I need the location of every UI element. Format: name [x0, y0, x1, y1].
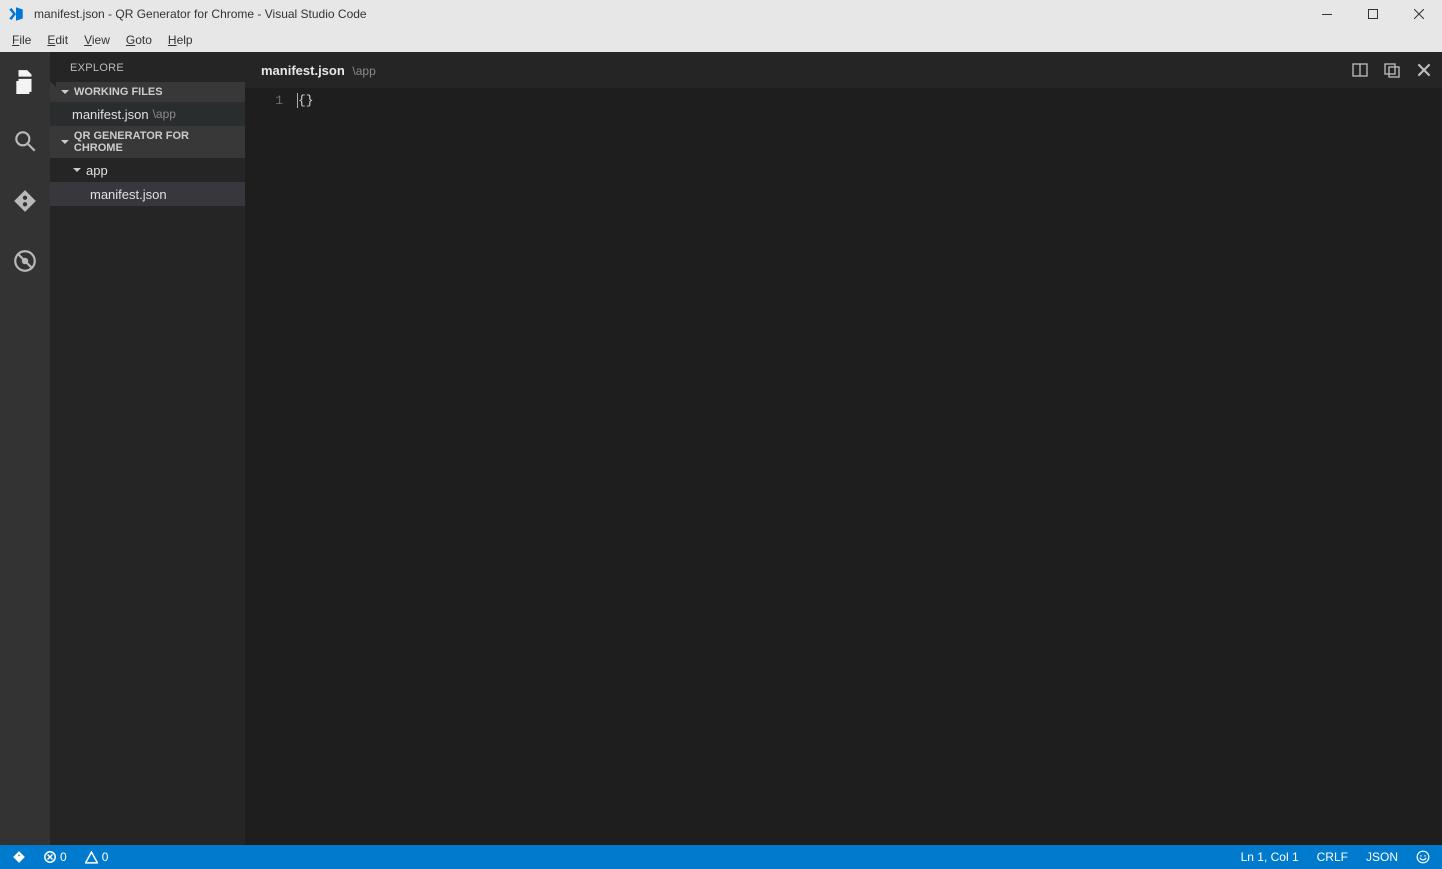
activity-search-icon[interactable]: [0, 120, 50, 162]
working-files-header[interactable]: WORKING FILES: [50, 82, 245, 102]
status-eol[interactable]: CRLF: [1313, 845, 1352, 869]
menu-help[interactable]: Help: [160, 30, 201, 50]
project-header[interactable]: QR GENERATOR FOR CHROME: [50, 126, 245, 158]
activity-debug-icon[interactable]: [0, 240, 50, 282]
tree-folder-name: app: [86, 163, 108, 178]
activity-bar: [0, 52, 50, 845]
tree-folder[interactable]: app: [50, 158, 245, 182]
caret-down-icon: [60, 87, 70, 97]
editor-tab-bar: manifest.json \app: [245, 52, 1442, 88]
status-language[interactable]: JSON: [1362, 845, 1402, 869]
tab-file-name: manifest.json: [261, 63, 345, 78]
editor-content[interactable]: {}: [293, 88, 1442, 845]
split-editor-icon[interactable]: [1350, 60, 1370, 80]
activity-git-icon[interactable]: [0, 180, 50, 222]
window-maximize-button[interactable]: [1350, 0, 1396, 28]
working-file-name: manifest.json: [72, 107, 149, 122]
status-feedback-icon[interactable]: [1412, 845, 1434, 869]
window-title: manifest.json - QR Generator for Chrome …: [34, 7, 367, 21]
editor-code-area[interactable]: 1 {}: [245, 88, 1442, 845]
menu-goto[interactable]: Goto: [118, 30, 160, 50]
caret-down-icon: [60, 137, 70, 147]
sidebar-title: EXPLORE: [50, 52, 245, 82]
tab-file-hint: \app: [352, 64, 375, 78]
status-cursor-position[interactable]: Ln 1, Col 1: [1237, 845, 1303, 869]
tree-file[interactable]: manifest.json: [50, 182, 245, 206]
working-files-label: WORKING FILES: [74, 86, 163, 98]
status-warnings[interactable]: 0: [81, 845, 113, 869]
status-errors-count: 0: [60, 850, 67, 864]
status-git-icon[interactable]: [8, 845, 30, 869]
status-bar: 0 0 Ln 1, Col 1 CRLF JSON: [0, 845, 1442, 869]
tree-file-name: manifest.json: [90, 187, 167, 202]
error-icon: [44, 851, 56, 863]
menu-view[interactable]: View: [76, 30, 118, 50]
project-label: QR GENERATOR FOR CHROME: [74, 130, 239, 154]
editor-gutter: 1: [245, 88, 293, 845]
window-close-button[interactable]: [1396, 0, 1442, 28]
status-errors[interactable]: 0: [40, 845, 71, 869]
menu-bar: File Edit View Goto Help: [0, 28, 1442, 52]
code-line: {}: [298, 93, 314, 108]
menu-file[interactable]: File: [4, 30, 39, 50]
window-minimize-button[interactable]: [1304, 0, 1350, 28]
more-actions-icon[interactable]: [1382, 60, 1402, 80]
line-number: 1: [245, 92, 283, 110]
working-file-hint: \app: [153, 107, 176, 121]
editor-area: manifest.json \app 1 {}: [245, 52, 1442, 845]
close-editor-icon[interactable]: [1414, 60, 1434, 80]
sidebar-explorer: EXPLORE WORKING FILES manifest.json \app…: [50, 52, 245, 845]
activity-explorer-icon[interactable]: [0, 60, 50, 102]
menu-edit[interactable]: Edit: [39, 30, 76, 50]
working-file-item[interactable]: manifest.json \app: [50, 102, 245, 126]
editor-tab[interactable]: manifest.json \app: [261, 63, 376, 78]
vscode-app-icon: [4, 2, 28, 26]
status-warnings-count: 0: [102, 850, 109, 864]
caret-down-icon: [72, 165, 82, 175]
warning-icon: [85, 851, 98, 864]
title-bar: manifest.json - QR Generator for Chrome …: [0, 0, 1442, 28]
